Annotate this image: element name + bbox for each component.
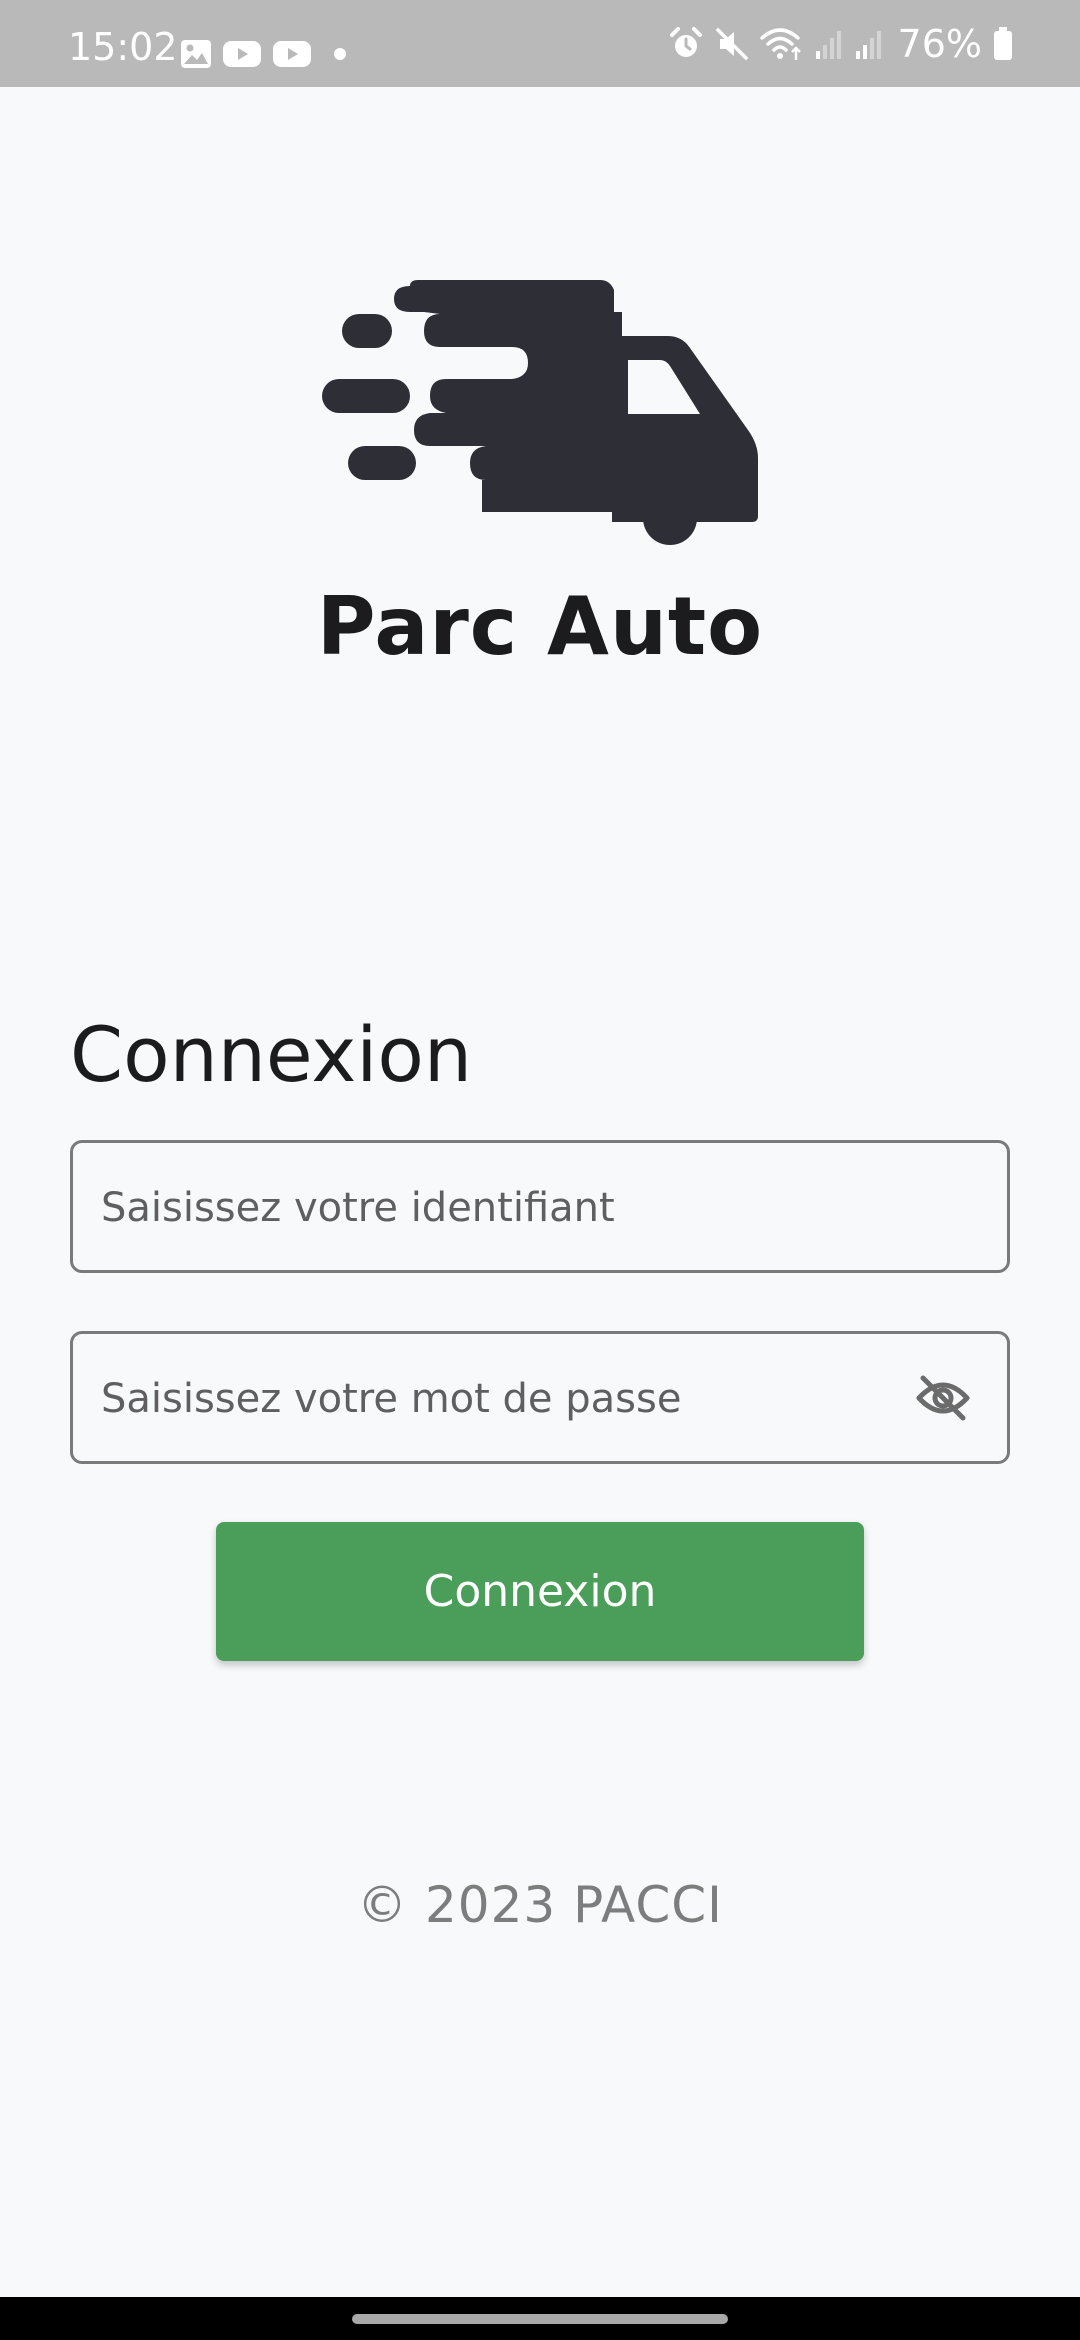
copyright-text: © 2023 PACCI — [357, 1876, 723, 1934]
youtube-icon — [272, 39, 312, 69]
app-logo — [322, 280, 758, 545]
eye-off-icon[interactable] — [915, 1372, 971, 1424]
battery-percent: 76% — [897, 22, 982, 66]
status-time: 15:02 — [68, 25, 178, 69]
username-input[interactable] — [99, 1143, 943, 1272]
navigation-bar — [0, 2297, 1080, 2340]
password-input[interactable] — [99, 1334, 943, 1463]
signal-icon — [814, 27, 844, 61]
system-status-icons: 76% — [668, 22, 1014, 66]
login-heading: Connexion — [70, 1010, 473, 1099]
youtube-icon — [222, 39, 262, 69]
signal-icon — [854, 27, 884, 61]
notification-icons — [180, 39, 352, 69]
mute-icon — [714, 26, 750, 62]
battery-icon — [992, 26, 1014, 62]
wifi-icon — [759, 26, 804, 62]
password-field[interactable] — [70, 1331, 1010, 1464]
login-button[interactable]: Connexion — [216, 1522, 864, 1661]
home-indicator[interactable] — [352, 2314, 728, 2324]
app-title: Parc Auto — [316, 580, 764, 673]
image-icon — [180, 39, 212, 69]
status-bar: 15:02 76% — [0, 0, 1080, 87]
dot-icon — [322, 39, 352, 69]
username-field[interactable] — [70, 1140, 1010, 1273]
alarm-icon — [668, 26, 704, 62]
delivery-truck-icon — [322, 280, 758, 545]
